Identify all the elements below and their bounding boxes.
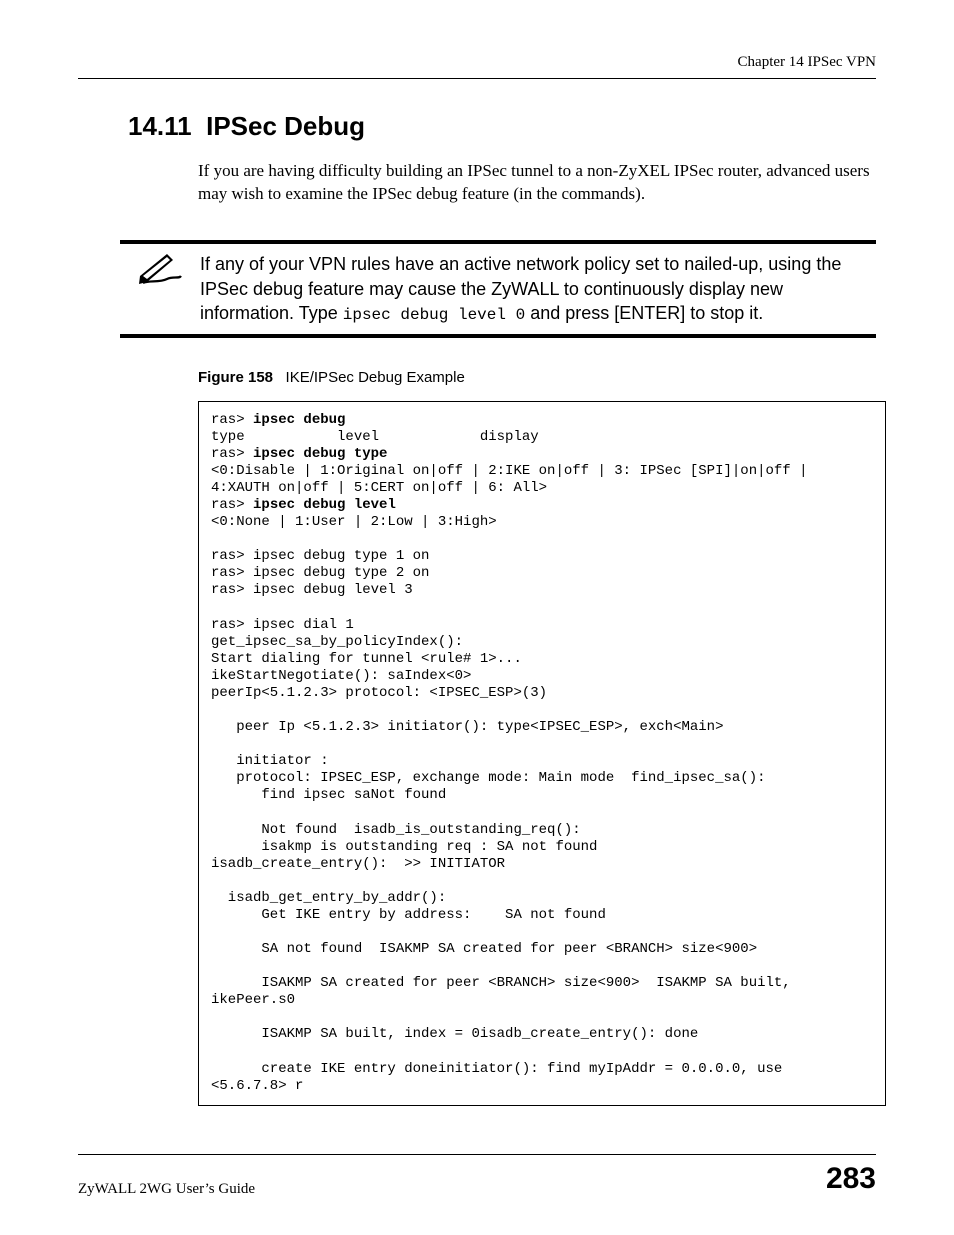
code-line: protocol: IPSEC_ESP, exchange mode: Main… — [211, 770, 766, 786]
code-line: ikePeer.s0 — [211, 992, 295, 1008]
code-line: ras> ipsec dial 1 — [211, 617, 354, 633]
note-text: If any of your VPN rules have an active … — [200, 252, 868, 326]
header-rule — [78, 78, 876, 79]
figure-caption: Figure 158 IKE/IPSec Debug Example — [198, 368, 876, 388]
code-line: find ipsec saNot found — [211, 787, 446, 803]
code-line: Start dialing for tunnel <rule# 1>... — [211, 651, 522, 667]
code-line: <5.6.7.8> r — [211, 1078, 303, 1094]
page-footer: ZyWALL 2WG User’s Guide 283 — [78, 1154, 876, 1200]
code-line: isadb_get_entry_by_addr(): — [211, 890, 446, 906]
section-heading: 14.11 IPSec Debug — [128, 109, 876, 144]
code-line: ras> — [211, 412, 253, 428]
footer-guide-name: ZyWALL 2WG User’s Guide — [78, 1179, 255, 1199]
code-line: ras> ipsec debug type 2 on — [211, 565, 429, 581]
code-line: Get IKE entry by address: SA not found — [211, 907, 606, 923]
code-line: ras> — [211, 446, 253, 462]
footer-rule — [78, 1154, 876, 1155]
section-number: 14.11 — [128, 111, 192, 141]
page-number: 283 — [826, 1159, 876, 1200]
code-line: type level display — [211, 429, 539, 445]
code-line: ipsec debug type — [253, 446, 387, 462]
note-block: If any of your VPN rules have an active … — [120, 240, 876, 338]
code-line: SA not found ISAKMP SA created for peer … — [211, 941, 757, 957]
chapter-header: Chapter 14 IPSec VPN — [78, 52, 876, 72]
code-line: ras> — [211, 497, 253, 513]
code-line: isadb_create_entry(): >> INITIATOR — [211, 856, 505, 872]
code-line: initiator : — [211, 753, 329, 769]
code-line: ras> ipsec debug type 1 on — [211, 548, 429, 564]
code-line: ipsec debug level — [253, 497, 396, 513]
note-code: ipsec debug level 0 — [343, 306, 525, 324]
code-line: isakmp is outstanding req : SA not found — [211, 839, 597, 855]
code-line: <0:None | 1:User | 2:Low | 3:High> — [211, 514, 497, 530]
code-line: ipsec debug — [253, 412, 345, 428]
code-line: Not found isadb_is_outstanding_req(): — [211, 822, 581, 838]
code-line: ikeStartNegotiate(): saIndex<0> — [211, 668, 471, 684]
intro-paragraph: If you are having difficulty building an… — [198, 160, 876, 206]
code-line: ras> ipsec debug level 3 — [211, 582, 413, 598]
section-title: IPSec Debug — [206, 111, 365, 141]
pen-note-icon — [120, 252, 200, 326]
code-line: peer Ip <5.1.2.3> initiator(): type<IPSE… — [211, 719, 723, 735]
code-line: 4:XAUTH on|off | 5:CERT on|off | 6: All> — [211, 480, 547, 496]
code-example: ras> ipsec debug type level display ras>… — [198, 401, 886, 1106]
code-line: ISAKMP SA created for peer <BRANCH> size… — [211, 975, 799, 991]
code-line: create IKE entry doneinitiator(): find m… — [211, 1061, 791, 1077]
code-line: <0:Disable | 1:Original on|off | 2:IKE o… — [211, 463, 816, 479]
figure-label: Figure 158 — [198, 369, 273, 386]
code-line: get_ipsec_sa_by_policyIndex(): — [211, 634, 463, 650]
note-suffix: and press [ENTER] to stop it. — [525, 303, 763, 323]
figure-title: IKE/IPSec Debug Example — [286, 369, 465, 386]
code-line: peerIp<5.1.2.3> protocol: <IPSEC_ESP>(3) — [211, 685, 547, 701]
code-line: ISAKMP SA built, index = 0isadb_create_e… — [211, 1026, 698, 1042]
